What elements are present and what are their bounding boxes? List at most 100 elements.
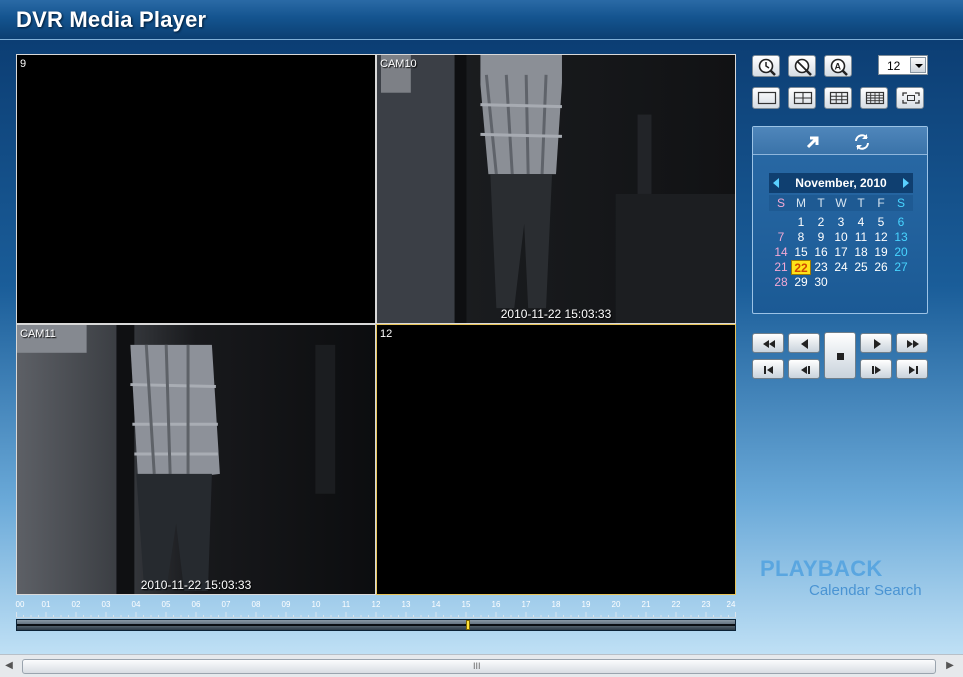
calendar-day[interactable]: 21 [771,260,791,275]
calendar-day[interactable]: 29 [791,275,811,290]
calendar-panel: November, 2010 SMTWTFS 1 2 3 4 5 6 7 8 9 10 11 12 13… [752,126,928,314]
calendar-day[interactable]: 12 [871,230,891,245]
video-grid: 9 CAM10 2010-11-22 15:03:33 CAM11 2010-1… [16,54,736,595]
calendar-day[interactable]: 7 [771,230,791,245]
chevron-down-icon[interactable] [910,57,926,73]
horizontal-scrollbar[interactable]: ◀ III ▶ [0,654,963,677]
calendar-weekday-header: SMTWTFS [769,195,913,211]
timeline-hour-label: 00 [15,600,25,609]
last-frame-button[interactable] [896,359,928,379]
calendar-day[interactable]: 8 [791,230,811,245]
calendar-day[interactable]: 17 [831,245,851,260]
calendar-day[interactable]: 18 [851,245,871,260]
timeline-hour-label: 13 [401,600,411,609]
first-frame-button[interactable] [752,359,784,379]
step-forward-button[interactable] [860,359,892,379]
weekday-label: T [817,196,825,210]
timeline-hour-label: 01 [41,600,51,609]
timeline-hour-label: 09 [281,600,291,609]
layout-2x2-icon[interactable] [788,87,816,109]
calendar-day[interactable]: 3 [831,215,851,230]
export-arrow-icon[interactable] [805,134,821,150]
timeline-hour-label: 24 [726,600,736,609]
scroll-right-arrow-icon[interactable]: ▶ [943,659,957,673]
camera-tile-12[interactable]: 12 [376,324,736,595]
calendar-day[interactable]: 1 [791,215,811,230]
play-reverse-icon [801,339,808,349]
timeline-hour-label: 23 [701,600,711,609]
timeline-hour-label: 04 [131,600,141,609]
step-forward-icon [872,366,881,374]
fast-forward-button[interactable] [896,333,928,353]
no-event-search-icon[interactable] [788,55,816,77]
camera-tile-cam10[interactable]: CAM10 2010-11-22 15:03:33 [376,54,736,324]
calendar-day[interactable]: 6 [891,215,911,230]
timeline[interactable]: 00 01 02 03 04 05 06 07 08 09 10 11 12 13 14 15 16 17 18 19… [16,600,736,634]
timeline-hour-label: 08 [251,600,261,609]
weekday-label: W [835,196,847,210]
camera-timestamp: 2010-11-22 15:03:33 [500,307,612,321]
rewind-button[interactable] [788,333,820,353]
camera-tile-9[interactable]: 9 [16,54,376,324]
timeline-hour-label: 20 [611,600,621,609]
step-back-button[interactable] [788,359,820,379]
timeline-track[interactable] [16,619,736,631]
calendar-day[interactable]: 19 [871,245,891,260]
play-button[interactable] [860,333,892,353]
calendar-day[interactable]: 4 [851,215,871,230]
timeline-hour-label: 21 [641,600,651,609]
camera-label: CAM11 [20,328,56,340]
calendar-day[interactable]: 10 [831,230,851,245]
calendar-day[interactable]: 24 [831,260,851,275]
timeline-hour-label: 17 [521,600,531,609]
layout-3x3-icon[interactable] [824,87,852,109]
calendar-day[interactable]: 25 [851,260,871,275]
calendar-header [753,127,927,155]
fast-forward-icon [907,340,919,348]
scroll-left-arrow-icon[interactable]: ◀ [2,659,16,673]
calendar-day[interactable]: 23 [811,260,831,275]
calendar-month-bar: November, 2010 [769,173,913,193]
calendar-day[interactable]: 27 [891,260,911,275]
timeline-hour-label: 14 [431,600,441,609]
timeline-hour-label: 18 [551,600,561,609]
calendar-day[interactable]: 30 [811,275,831,290]
timeline-hour-label: 02 [71,600,81,609]
calendar-day[interactable]: 15 [791,245,811,260]
calendar-day[interactable]: 28 [771,275,791,290]
timeline-hour-label: 22 [671,600,681,609]
fast-rewind-button[interactable] [752,333,784,353]
calendar-day[interactable]: 26 [871,260,891,275]
timeline-hour-label: 10 [311,600,321,609]
stop-icon [837,353,844,360]
fullscreen-icon[interactable] [896,87,924,109]
scrollbar-thumb[interactable]: III [22,659,936,674]
layout-4x4-icon[interactable] [860,87,888,109]
weekday-label: T [857,196,865,210]
clock-search-icon[interactable] [752,55,780,77]
play-icon [874,339,881,349]
step-back-icon [801,366,810,374]
calendar-day[interactable]: 20 [891,245,911,260]
next-month-arrow-icon[interactable] [903,178,909,188]
timeline-hour-label: 03 [101,600,111,609]
calendar-day[interactable]: 2 [811,215,831,230]
calendar-day[interactable]: 13 [891,230,911,245]
timeline-hour-label: 19 [581,600,591,609]
calendar-day[interactable]: 5 [871,215,891,230]
timeline-hour-label: 05 [161,600,171,609]
refresh-icon[interactable] [853,133,871,151]
camera-tile-cam11[interactable]: CAM11 2010-11-22 15:03:33 [16,324,376,595]
layout-1x1-icon[interactable] [752,87,780,109]
stop-button[interactable] [824,332,856,379]
calendar-day[interactable]: 11 [851,230,871,245]
calendar-day[interactable]: 9 [811,230,831,245]
calendar-day[interactable]: 16 [811,245,831,260]
camera-label: CAM10 [380,58,417,70]
calendar-day[interactable]: 14 [771,245,791,260]
timeline-hour-label: 12 [371,600,381,609]
timeline-cursor[interactable] [465,620,470,630]
channel-count-select[interactable]: 12 [878,55,928,75]
text-search-icon[interactable]: A [824,55,852,77]
calendar-day[interactable]: 22 [791,260,811,275]
